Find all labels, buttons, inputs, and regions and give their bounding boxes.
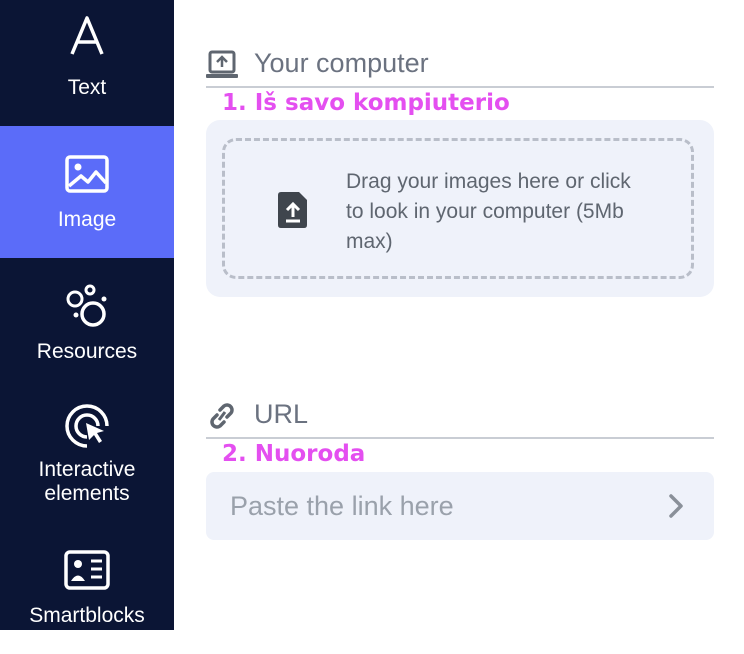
image-dropzone[interactable]: Drag your images here or click to look i… (222, 138, 694, 279)
url-input[interactable] (206, 472, 646, 540)
link-icon (206, 401, 238, 431)
sidebar-item-smartblocks[interactable]: Smartblocks (0, 522, 174, 654)
sidebar-item-label: Smartblocks (29, 604, 145, 627)
smartblocks-icon (62, 548, 112, 592)
chevron-right-icon[interactable] (664, 492, 688, 520)
sidebar-item-label: Image (57, 208, 117, 231)
laptop-upload-icon (206, 50, 238, 80)
letter-a-icon (62, 14, 112, 58)
resources-circles-icon (62, 284, 112, 328)
file-upload-icon (277, 192, 309, 228)
dropzone-text: Drag your images here or click to look i… (346, 170, 631, 253)
section-title: Your computer (254, 48, 429, 78)
section-title: URL (254, 399, 309, 429)
image-icon (62, 152, 112, 196)
sidebar: Text Image Resources Interactive element… (0, 0, 174, 630)
sidebar-item-image[interactable]: Image (0, 126, 174, 258)
sidebar-item-label: Interactive elements (38, 458, 136, 505)
upload-area: Drag your images here or click to look i… (206, 120, 714, 297)
url-input-container (206, 472, 714, 540)
computer-section-header: Your computer (206, 44, 714, 88)
annotation-label: 1. Iš savo kompiuterio (222, 90, 510, 116)
interactive-click-icon (62, 404, 112, 448)
sidebar-item-label: Resources (36, 340, 138, 363)
sidebar-item-text[interactable]: Text (0, 0, 174, 126)
sidebar-item-label: Text (67, 76, 107, 99)
url-section-header: URL (206, 395, 714, 439)
annotation-label: 2. Nuoroda (222, 441, 366, 467)
sidebar-item-interactive[interactable]: Interactive elements (0, 390, 174, 522)
sidebar-item-resources[interactable]: Resources (0, 258, 174, 390)
